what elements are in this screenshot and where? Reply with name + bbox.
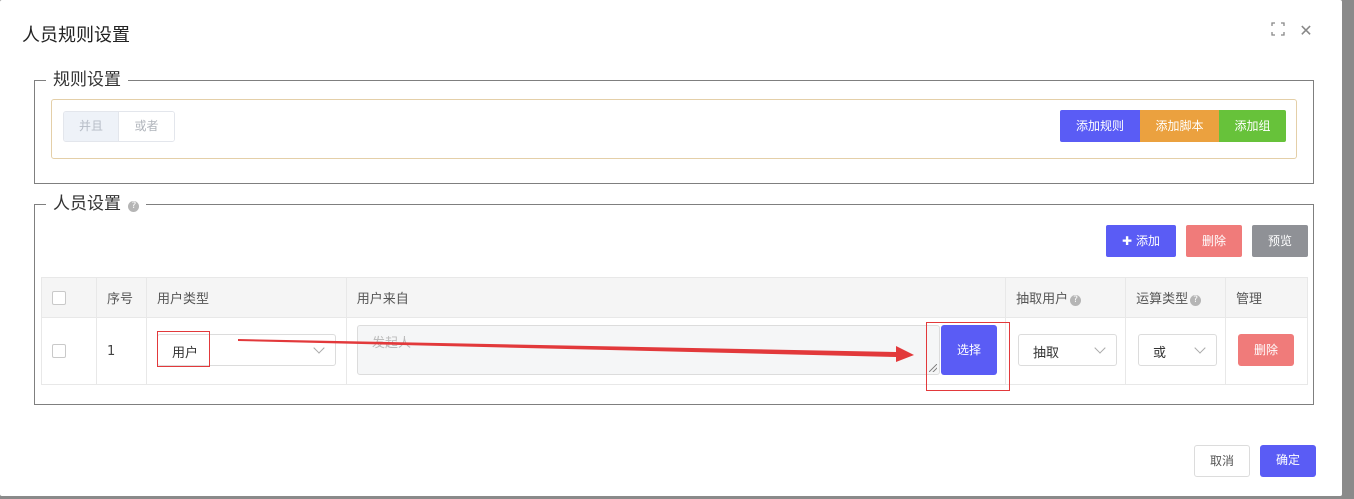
cancel-button[interactable]: 取消 <box>1194 445 1250 477</box>
confirm-button[interactable]: 确定 <box>1260 445 1316 477</box>
rule-dialog: 人员规则设置 ✕ 规则设置 并且 或者 添加规则 添加脚本 添加组 人员设置 ?… <box>0 0 1342 496</box>
annotation-arrow <box>238 339 914 362</box>
